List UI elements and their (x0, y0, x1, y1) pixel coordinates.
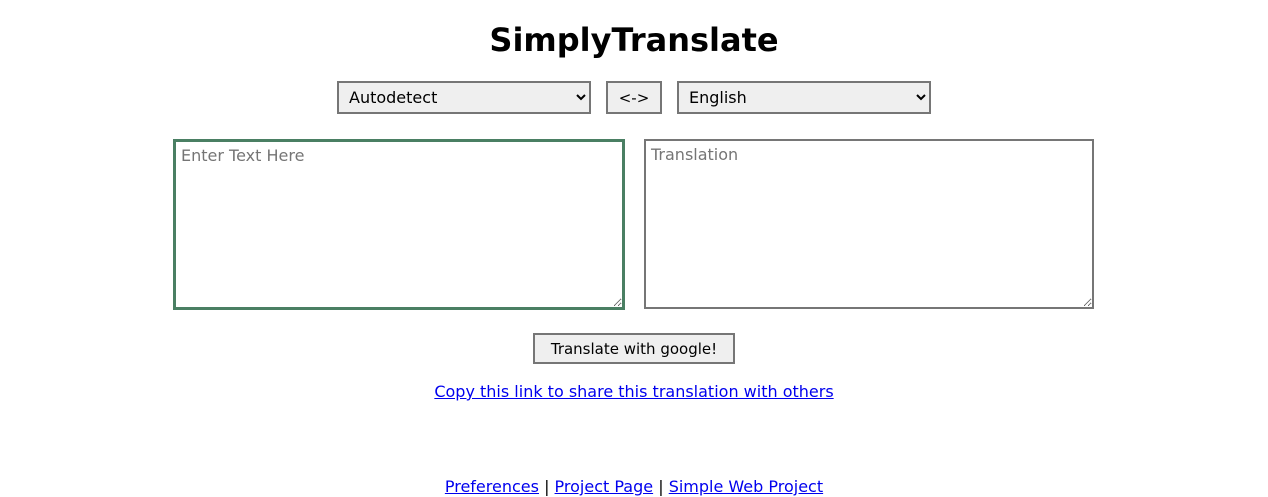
simplytranslate-page: SimplyTranslate Autodetect <-> English T… (0, 0, 1268, 497)
source-language-select[interactable]: Autodetect (337, 81, 591, 114)
footer-link-project-page[interactable]: Project Page (555, 477, 654, 496)
footer-link-preferences[interactable]: Preferences (445, 477, 539, 496)
footer-links: Preferences | Project Page | Simple Web … (0, 477, 1268, 497)
footer-link-simple-web-project[interactable]: Simple Web Project (669, 477, 823, 496)
swap-languages-button[interactable]: <-> (606, 81, 662, 114)
source-text-input[interactable] (173, 139, 625, 310)
target-language-select[interactable]: English (677, 81, 931, 114)
page-title: SimplyTranslate (489, 21, 779, 59)
share-translation-link[interactable]: Copy this link to share this translation… (434, 382, 833, 401)
translate-button[interactable]: Translate with google! (533, 333, 735, 364)
footer-separator: | (544, 477, 550, 496)
translation-output[interactable] (644, 139, 1094, 309)
footer-separator: | (658, 477, 664, 496)
share-link-row: Copy this link to share this translation… (0, 382, 1268, 402)
